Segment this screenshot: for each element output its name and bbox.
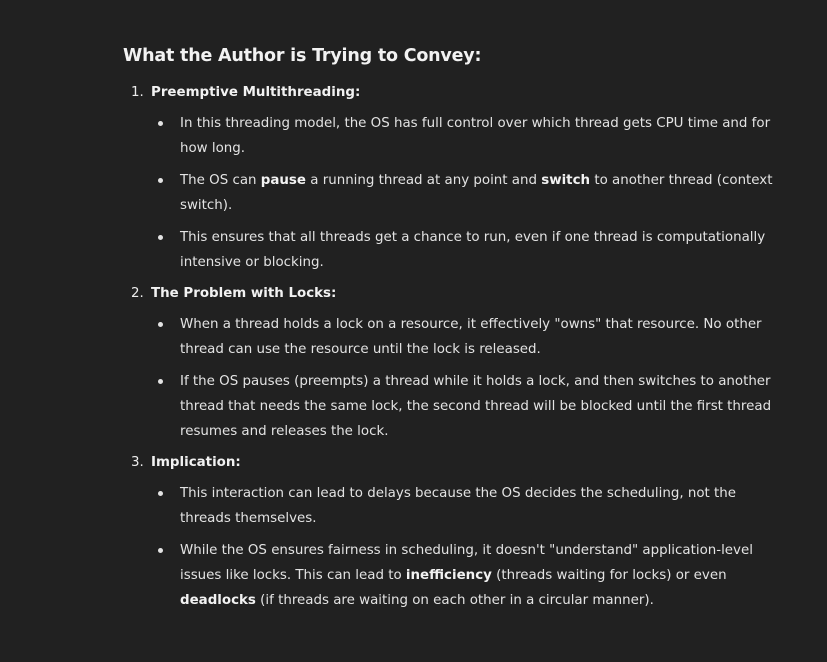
list-item: 1. Preemptive Multithreading: In this thre… [123,82,773,275]
numbered-list: 1. Preemptive Multithreading: In this thre… [123,82,773,613]
bullet-list: This interaction can lead to delays beca… [123,481,773,613]
bullet-dot-icon [158,491,163,496]
text-run: The OS can [180,173,261,188]
bullet-item: The OS can pause a running thread at any… [123,168,773,218]
section-number: 2. [131,286,144,301]
text-run: (if threads are waiting on each other in… [255,593,654,608]
bold-text: switch [541,173,591,188]
text-run: In this threading model, the OS has full… [180,116,771,156]
section-label: Implication: [151,455,241,470]
bullet-dot-icon [158,379,163,384]
bullet-item: In this threading model, the OS has full… [123,111,773,161]
message-content: What the Author is Trying to Convey: 1. P… [123,42,773,621]
section-title: 1. Preemptive Multithreading: [123,82,773,104]
bullet-dot-icon [158,178,163,183]
bold-text: deadlocks [180,593,256,608]
section-heading: What the Author is Trying to Convey: [123,46,482,66]
text-run: When a thread holds a lock on a resource… [180,317,762,357]
section-title: 3. Implication: [123,452,773,474]
bullet-list: When a thread holds a lock on a resource… [123,312,773,444]
bullet-item: When a thread holds a lock on a resource… [123,312,773,362]
bullet-item: This interaction can lead to delays beca… [123,481,773,531]
bullet-dot-icon [158,322,163,327]
section-label: The Problem with Locks: [151,286,337,301]
bullet-dot-icon [158,548,163,553]
text-run: If the OS pauses (preempts) a thread whi… [180,374,772,439]
bullet-dot-icon [158,121,163,126]
text-run: This ensures that all threads get a chan… [180,230,766,270]
text-run: This interaction can lead to delays beca… [180,486,737,526]
section-number: 1. [131,85,144,100]
section-label: Preemptive Multithreading: [151,85,361,100]
bold-text: pause [260,173,306,188]
section-number: 3. [131,455,144,470]
bullet-item: While the OS ensures fairness in schedul… [123,538,773,613]
section-title: 2. The Problem with Locks: [123,283,773,305]
bullet-item: If the OS pauses (preempts) a thread whi… [123,369,773,444]
text-run: (threads waiting for locks) or even [491,568,727,583]
list-item: 2. The Problem with Locks: When a thread h… [123,283,773,444]
bullet-dot-icon [158,235,163,240]
bold-text: inefficiency [405,568,492,583]
bullet-item: This ensures that all threads get a chan… [123,225,773,275]
list-item: 3. Implication: This interaction can lead … [123,452,773,613]
bullet-list: In this threading model, the OS has full… [123,111,773,275]
text-run: a running thread at any point and [306,173,542,188]
